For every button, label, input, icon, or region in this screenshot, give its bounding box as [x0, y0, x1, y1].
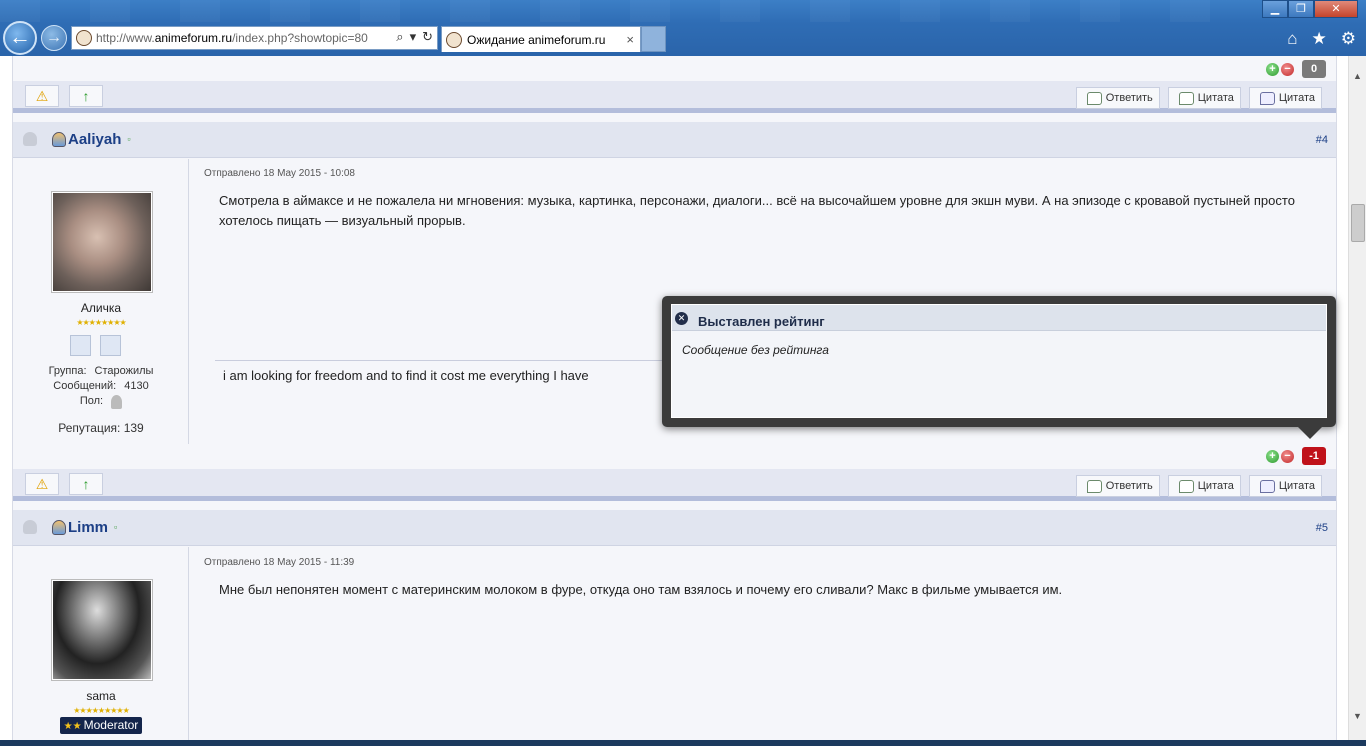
rep-controls-post4: + − -1 — [1266, 447, 1326, 465]
warning-icon: ⚠ — [35, 88, 49, 104]
taskbar — [0, 740, 1366, 746]
rep-controls-prev: + − 0 — [1266, 60, 1326, 78]
forward-button[interactable]: → — [41, 25, 67, 51]
multiquote-button[interactable]: Цитата — [1248, 475, 1322, 497]
scroll-top-button[interactable]: ↑ — [69, 473, 103, 495]
post-date: Отправлено 18 May 2015 - 11:39 — [204, 557, 355, 568]
popup-title: Выставлен рейтинг — [698, 314, 825, 329]
display-name: sama — [86, 689, 116, 703]
stars-icon: ★★ — [63, 721, 82, 732]
avatar[interactable] — [51, 191, 153, 293]
report-button[interactable]: ⚠ — [25, 85, 59, 107]
reply-button[interactable]: Ответить — [1075, 87, 1160, 109]
post-number-link[interactable]: #4 — [1316, 134, 1328, 146]
tab-title: Ожидание animeforum.ru — [467, 32, 606, 47]
arrow-up-icon: ↑ — [82, 476, 90, 492]
minimize-icon[interactable]: ▁ — [1262, 0, 1288, 18]
user-meta: Группа: Старожилы Сообщений: 4130 Пол: — [48, 365, 154, 409]
back-button[interactable]: ← — [3, 21, 37, 55]
quote-icon — [1178, 479, 1194, 493]
tab-close-icon[interactable]: × — [626, 32, 634, 47]
post-header: Aaliyah ▫ #4 — [13, 122, 1336, 158]
new-tab-button[interactable] — [641, 26, 666, 52]
signature: i am looking for freedom and to find it … — [223, 368, 589, 383]
external-link-icon[interactable]: ▫ — [127, 134, 130, 144]
site-favicon-icon — [76, 30, 92, 46]
refresh-icon[interactable]: ↻ — [422, 29, 433, 45]
window-controls: ▁ ❐ ✕ — [1262, 0, 1358, 18]
close-window-icon[interactable]: ✕ — [1314, 0, 1358, 18]
username-link[interactable]: Aaliyah ▫ — [68, 131, 131, 148]
page-viewport: + − 0 ⚠ ↑ Ответить Цитата Цитата Aaliyah… — [0, 56, 1348, 740]
reply-button[interactable]: Ответить — [1075, 475, 1160, 497]
gender-icon — [111, 395, 123, 409]
popup-pointer — [1298, 427, 1322, 439]
scroll-down-icon[interactable]: ▼ — [1349, 708, 1366, 725]
reply-icon — [1086, 91, 1102, 105]
post-actions-prev: ⚠ ↑ Ответить Цитата Цитата — [13, 81, 1336, 113]
offline-status-icon — [23, 132, 37, 146]
username-link[interactable]: Limm ▫ — [68, 519, 117, 536]
address-bar[interactable]: http://www.animeforum.ru/index.php?showt… — [71, 26, 438, 50]
settings-gear-icon[interactable]: ⚙ — [1341, 29, 1356, 49]
rep-count: 0 — [1302, 60, 1326, 78]
tab-active[interactable]: Ожидание animeforum.ru × — [441, 26, 641, 52]
rep-count: -1 — [1302, 447, 1326, 465]
moderator-badge: ★★ Moderator — [60, 717, 142, 734]
close-popup-icon[interactable]: ✕ — [675, 312, 688, 325]
url-text[interactable]: http://www.animeforum.ru/index.php?showt… — [96, 31, 384, 45]
user-icon — [52, 132, 66, 147]
browser-chrome: ▁ ❐ ✕ ← → http://www.animeforum.ru/index… — [0, 0, 1366, 56]
warning-icon: ⚠ — [35, 476, 49, 492]
multiquote-button[interactable]: Цитата — [1248, 87, 1322, 109]
post-number-link[interactable]: #5 — [1316, 522, 1328, 534]
avatar[interactable] — [51, 579, 153, 681]
home-icon[interactable]: ⌂ — [1287, 29, 1297, 49]
quote-button[interactable]: Цитата — [1167, 87, 1241, 109]
quote-button[interactable]: Цитата — [1167, 475, 1241, 497]
rep-minus-icon[interactable]: − — [1281, 449, 1294, 463]
favorites-star-icon[interactable]: ★ — [1312, 29, 1327, 49]
post-body: Мне был непонятен момент с материнским м… — [219, 582, 1063, 597]
profile-icon[interactable] — [70, 335, 91, 356]
post-body: Смотрела в аймаксе и не пожалела ни мгно… — [219, 193, 1295, 228]
rep-minus-icon[interactable]: − — [1281, 62, 1294, 76]
rating-popup: ✕ Выставлен рейтинг Сообщение без рейтин… — [662, 296, 1336, 439]
search-icon[interactable]: ⌕ — [396, 29, 403, 45]
user-info-panel: sama ★★★★★★★★★ ★★ Moderator — [13, 547, 189, 740]
scroll-thumb[interactable] — [1351, 204, 1365, 242]
browser-tools: ⌂ ★ ⚙ — [1287, 29, 1356, 49]
offline-status-icon — [23, 520, 37, 534]
dropdown-icon[interactable]: ▾ — [410, 29, 417, 45]
send-message-icon[interactable] — [100, 335, 121, 356]
reply-icon — [1086, 479, 1102, 493]
user-reputation: Репутация: 139 — [58, 421, 144, 435]
rank-pips: ★★★★★★★★★ — [73, 706, 130, 715]
user-icon — [52, 520, 66, 535]
external-link-icon[interactable]: ▫ — [114, 522, 117, 532]
signature-divider — [215, 360, 675, 361]
arrow-up-icon: ↑ — [82, 88, 90, 104]
tab-favicon-icon — [446, 31, 462, 48]
report-button[interactable]: ⚠ — [25, 473, 59, 495]
desktop-icons-strip — [0, 0, 1260, 22]
popup-message: Сообщение без рейтинга — [682, 343, 829, 357]
post-header: Limm ▫ #5 — [13, 510, 1336, 546]
display-name: Аличка — [80, 301, 122, 315]
user-info-panel: Аличка ★★★★★★★★ Группа: Старожилы Сообщен… — [13, 159, 189, 444]
rank-pips: ★★★★★★★★ — [76, 318, 126, 327]
vertical-scrollbar[interactable]: ▲ ▼ — [1348, 56, 1366, 740]
post-actions-post4: ⚠ ↑ Ответить Цитата Цитата — [13, 469, 1336, 501]
maximize-icon[interactable]: ❐ — [1288, 0, 1314, 18]
multiquote-icon — [1259, 479, 1275, 493]
scroll-up-icon[interactable]: ▲ — [1349, 68, 1366, 85]
multiquote-icon — [1259, 91, 1275, 105]
scroll-top-button[interactable]: ↑ — [69, 85, 103, 107]
post-date: Отправлено 18 May 2015 - 10:08 — [204, 168, 355, 179]
quote-icon — [1178, 91, 1194, 105]
rep-plus-icon[interactable]: + — [1266, 62, 1279, 76]
rep-plus-icon[interactable]: + — [1266, 449, 1279, 463]
